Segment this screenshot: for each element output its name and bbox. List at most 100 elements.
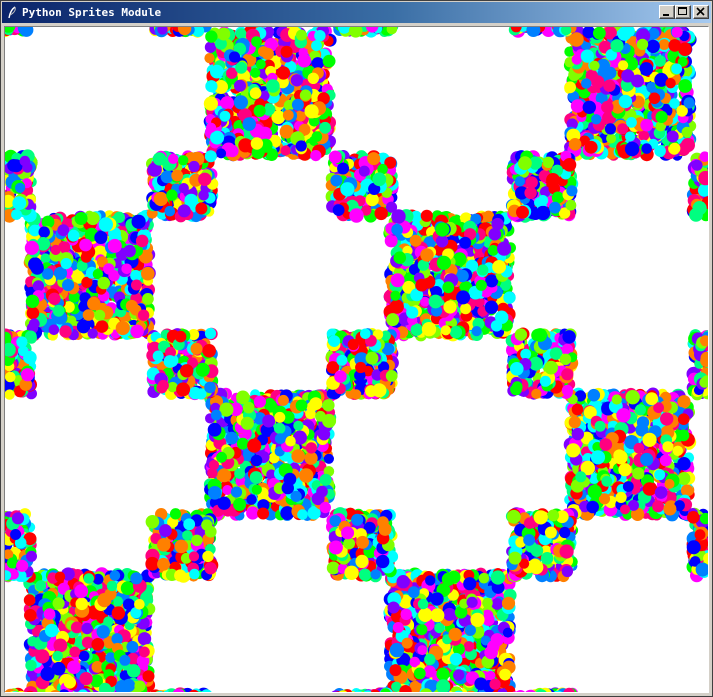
sprite [634, 404, 647, 416]
sprite [601, 475, 613, 487]
sprite [665, 78, 676, 89]
sprite [319, 501, 331, 514]
sprite [130, 324, 144, 339]
sprite [599, 438, 613, 451]
sprite [230, 486, 243, 498]
sprite [250, 454, 263, 467]
sprite [48, 292, 61, 305]
sprite [67, 229, 80, 242]
sprite [121, 263, 132, 275]
sprite [652, 500, 665, 513]
sprite [654, 486, 668, 499]
sprite [406, 306, 419, 319]
close-button[interactable] [693, 5, 709, 19]
sprite [307, 72, 319, 84]
sprite [277, 394, 289, 406]
sprite [235, 28, 247, 40]
title-bar[interactable]: Python Sprites Module [2, 2, 711, 23]
sprite [208, 459, 220, 471]
sprite [618, 463, 632, 477]
sprite [620, 504, 630, 515]
feather-icon[interactable] [5, 6, 19, 20]
sprite [677, 413, 690, 426]
minimize-button[interactable] [659, 5, 675, 19]
sprite [568, 416, 581, 429]
sprite [210, 130, 225, 145]
sprite [233, 95, 248, 110]
sprite [311, 40, 322, 52]
sprite [603, 79, 616, 92]
sprite [323, 453, 334, 464]
sprite [246, 494, 257, 505]
sprite-cluster [563, 387, 697, 522]
sprite [678, 79, 692, 93]
sprite [32, 280, 45, 292]
sprite-cluster [203, 27, 337, 162]
sprite [390, 273, 405, 288]
sprite [242, 401, 255, 414]
sprite [142, 293, 154, 305]
sprite [669, 142, 681, 155]
sprite [671, 27, 683, 38]
sprite [208, 486, 222, 500]
sprite [316, 485, 328, 498]
sprite [604, 123, 617, 135]
sprite [281, 481, 294, 495]
sprite [677, 472, 691, 485]
sprite [262, 414, 276, 428]
sprite [621, 69, 635, 83]
sprite [662, 441, 674, 453]
sprite [681, 126, 693, 138]
sprite [249, 87, 262, 99]
sprite [305, 442, 317, 454]
sprite [228, 51, 241, 63]
sprite [616, 408, 631, 423]
sprite-canvas[interactable] [5, 27, 708, 692]
sprite [610, 39, 624, 53]
sprite [205, 80, 218, 93]
sprite [291, 449, 306, 463]
sprite [409, 234, 422, 247]
sprite [300, 89, 312, 101]
sprite [646, 39, 660, 54]
sprite [280, 45, 293, 58]
sprite [295, 29, 307, 41]
sprite [319, 473, 332, 486]
sprite [253, 104, 266, 117]
sprite [471, 326, 482, 337]
sprite [487, 245, 499, 256]
sprite [594, 420, 606, 432]
sprite [293, 420, 304, 431]
sprite [564, 81, 576, 94]
sprite [52, 304, 65, 317]
sprite [622, 481, 634, 492]
window-controls [659, 5, 709, 19]
maximize-button[interactable] [675, 5, 691, 19]
sprite [222, 485, 233, 495]
sprite [571, 427, 584, 441]
sprite [295, 399, 308, 412]
sprite [87, 296, 101, 311]
sprite [639, 62, 654, 76]
sprite [589, 60, 600, 71]
sprite [295, 140, 307, 152]
game-viewport[interactable] [4, 26, 709, 693]
sprite [38, 226, 50, 238]
sprite [642, 482, 657, 496]
sprite [251, 36, 262, 47]
sprite [677, 457, 691, 471]
sprite [570, 99, 585, 113]
sprite [604, 66, 617, 80]
sprite [204, 53, 215, 64]
sprite [503, 291, 516, 304]
sprite [449, 326, 463, 339]
sprite [282, 109, 294, 121]
sprite [420, 248, 434, 262]
sprite [255, 59, 266, 70]
sprite [290, 490, 302, 502]
sprite [581, 78, 592, 89]
sprite [297, 53, 312, 68]
sprite [297, 509, 308, 520]
sprite [428, 294, 443, 309]
sprite [415, 278, 429, 292]
